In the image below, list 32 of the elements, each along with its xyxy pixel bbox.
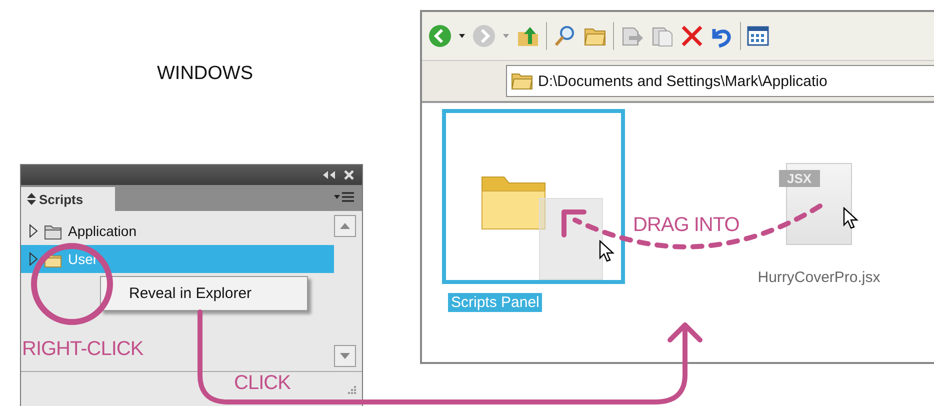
folder-label: Application: [68, 223, 136, 239]
platform-heading: WINDOWS: [157, 63, 254, 85]
close-icon[interactable]: [344, 170, 354, 180]
views-icon[interactable]: [747, 24, 771, 48]
expand-triangle-icon[interactable]: [29, 252, 38, 266]
folder-icon: [44, 222, 62, 240]
file-label[interactable]: HurryCoverPro.jsx: [758, 269, 880, 286]
cursor-icon: [843, 207, 859, 230]
tab-label: Scripts: [39, 192, 84, 206]
menu-item[interactable]: Reveal in Explorer: [101, 285, 252, 302]
folder-icon: [511, 72, 533, 90]
scripts-tab[interactable]: Scripts: [21, 187, 115, 211]
folder-label: User: [68, 251, 98, 267]
forward-icon[interactable]: [472, 24, 496, 48]
expand-triangle-icon[interactable]: [29, 224, 38, 238]
tree-row[interactable]: Application: [21, 217, 334, 245]
delete-icon[interactable]: [680, 24, 704, 48]
panel-menu-icon[interactable]: [334, 192, 354, 204]
dragged-file-icon: [539, 198, 603, 280]
address-field[interactable]: D:\Documents and Settings\Mark\Applicatio: [506, 65, 934, 97]
scroll-up-icon[interactable]: [334, 215, 356, 237]
annotation-label: CLICK: [234, 372, 290, 395]
cursor-icon: [599, 240, 615, 263]
file-type-badge: JSX: [779, 170, 820, 187]
collapse-icon[interactable]: [322, 170, 336, 180]
back-icon[interactable]: [428, 24, 452, 48]
annotation-label: DRAG INTO: [633, 214, 740, 237]
annotation-label: RIGHT-CLICK: [22, 338, 144, 361]
search-icon[interactable]: [553, 24, 577, 48]
address-text: D:\Documents and Settings\Mark\Applicatio: [538, 72, 828, 90]
sort-arrows-icon: [27, 193, 36, 205]
scroll-down-icon[interactable]: [334, 345, 356, 367]
